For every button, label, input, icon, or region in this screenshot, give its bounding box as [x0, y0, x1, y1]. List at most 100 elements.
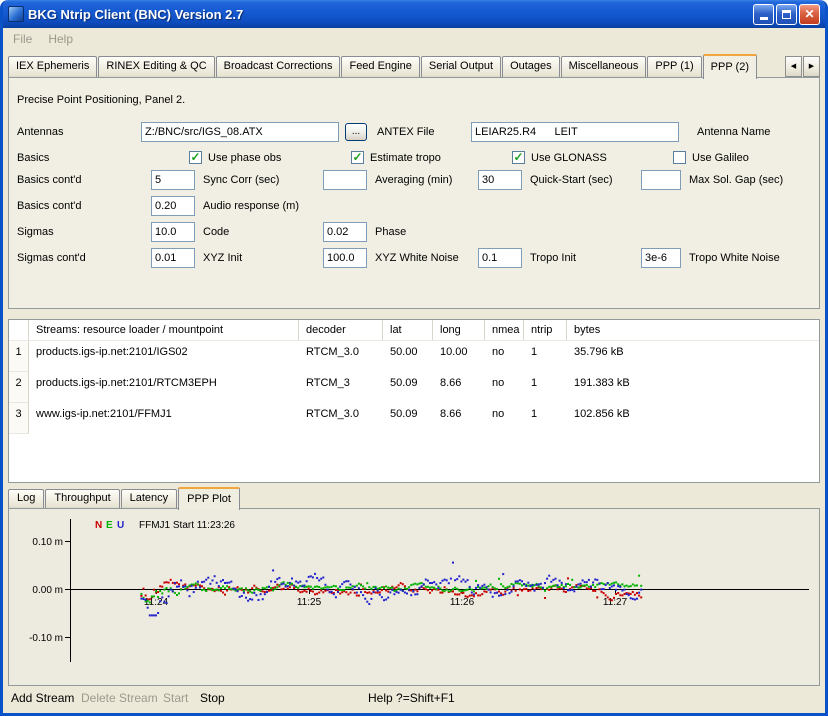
use-glonass-label: Use GLONASS	[531, 152, 607, 164]
cell-long: 10.00	[433, 341, 485, 372]
tab-scroll-right-button[interactable]: ▶	[803, 56, 820, 77]
window-title: BKG Ntrip Client (BNC) Version 2.7	[28, 7, 753, 22]
tab-ppp-1[interactable]: PPP (1)	[647, 56, 701, 77]
estimate-tropo-checkbox[interactable]: ✓	[351, 151, 364, 164]
bottom-tabbar: Log Throughput Latency PPP Plot	[8, 487, 820, 508]
sync-corr-input[interactable]	[151, 170, 195, 190]
antenna-name-input[interactable]	[471, 122, 679, 142]
y-tick-label: 0.00 m	[32, 585, 63, 596]
row-number: 2	[9, 372, 29, 403]
use-galileo-checkbox[interactable]	[673, 151, 686, 164]
cell-lat: 50.09	[383, 372, 433, 403]
sigma-code-label: Code	[203, 226, 229, 238]
tab-outages[interactable]: Outages	[502, 56, 560, 77]
y-tick-label: -0.10 m	[29, 633, 63, 644]
xyz-white-noise-input[interactable]	[323, 248, 367, 268]
close-button[interactable]: ✕	[799, 4, 820, 25]
cell-ntrip: 1	[524, 372, 567, 403]
xyz-init-input[interactable]	[151, 248, 195, 268]
header-nmea[interactable]: nmea	[485, 320, 524, 340]
cell-bytes: 35.796 kB	[567, 341, 819, 372]
table-row[interactable]: 3 www.igs-ip.net:2101/FFMJ1 RTCM_3.0 50.…	[9, 403, 819, 434]
cell-mountpoint: products.igs-ip.net:2101/RTCM3EPH	[29, 372, 299, 403]
cell-ntrip: 1	[524, 403, 567, 434]
header-corner	[9, 320, 29, 340]
panel-caption: Precise Point Positioning, Panel 2.	[17, 94, 185, 106]
maximize-icon	[782, 10, 791, 19]
header-long[interactable]: long	[433, 320, 485, 340]
browse-antex-button[interactable]: ...	[345, 123, 367, 141]
bnc-window: BKG Ntrip Client (BNC) Version 2.7 ✕ Fil…	[0, 0, 828, 716]
tab-rinex-editing-qc[interactable]: RINEX Editing & QC	[98, 56, 214, 77]
header-lat[interactable]: lat	[383, 320, 433, 340]
averaging-label: Averaging (min)	[375, 174, 452, 186]
cell-ntrip: 1	[524, 341, 567, 372]
cell-nmea: no	[485, 341, 524, 372]
cell-decoder: RTCM_3	[299, 372, 383, 403]
header-mountpoint[interactable]: Streams: resource loader / mountpoint	[29, 320, 299, 340]
minimize-button[interactable]	[753, 4, 774, 25]
tab-throughput[interactable]: Throughput	[45, 489, 119, 508]
tab-ppp-2[interactable]: PPP (2)	[703, 54, 757, 79]
stop-button[interactable]: Stop	[200, 691, 225, 705]
estimate-tropo-label: Estimate tropo	[370, 152, 441, 164]
x-tick-label: 11:27	[603, 597, 628, 608]
cell-long: 8.66	[433, 372, 485, 403]
antennas-label: Antennas	[17, 126, 63, 138]
use-glonass-checkbox[interactable]: ✓	[512, 151, 525, 164]
row-number: 1	[9, 341, 29, 372]
use-galileo-label: Use Galileo	[692, 152, 749, 164]
arrow-right-icon: ▶	[809, 63, 814, 70]
start-button[interactable]: Start	[163, 691, 188, 705]
basics-contd-label: Basics cont'd	[17, 174, 81, 186]
maximize-button[interactable]	[776, 4, 797, 25]
audio-response-input[interactable]	[151, 196, 195, 216]
table-row[interactable]: 1 products.igs-ip.net:2101/IGS02 RTCM_3.…	[9, 341, 819, 372]
cell-lat: 50.09	[383, 403, 433, 434]
tab-feed-engine[interactable]: Feed Engine	[341, 56, 419, 77]
tab-broadcast-corrections[interactable]: Broadcast Corrections	[216, 56, 341, 77]
quick-start-input[interactable]	[478, 170, 522, 190]
action-bar: Add Stream Delete Stream Start Stop Help…	[3, 686, 825, 710]
header-bytes[interactable]: bytes	[567, 320, 819, 340]
antex-file-input[interactable]	[141, 122, 339, 142]
tropo-init-input[interactable]	[478, 248, 522, 268]
minimize-icon	[760, 17, 768, 20]
max-sol-gap-input[interactable]	[641, 170, 681, 190]
sigma-phase-input[interactable]	[323, 222, 367, 242]
cell-decoder: RTCM_3.0	[299, 341, 383, 372]
tab-iex-ephemeris[interactable]: IEX Ephemeris	[8, 56, 97, 77]
header-ntrip[interactable]: ntrip	[524, 320, 567, 340]
tab-serial-output[interactable]: Serial Output	[421, 56, 501, 77]
basics-label: Basics	[17, 152, 49, 164]
ppp2-panel: Precise Point Positioning, Panel 2. Ante…	[8, 77, 820, 309]
table-row[interactable]: 2 products.igs-ip.net:2101/RTCM3EPH RTCM…	[9, 372, 819, 403]
averaging-input[interactable]	[323, 170, 367, 190]
streams-table: Streams: resource loader / mountpoint de…	[8, 319, 820, 483]
delete-stream-button[interactable]: Delete Stream	[81, 691, 158, 705]
menu-help[interactable]: Help	[40, 29, 81, 49]
sync-corr-label: Sync Corr (sec)	[203, 174, 279, 186]
x-tick-label: 11:25	[297, 597, 322, 608]
streams-table-header: Streams: resource loader / mountpoint de…	[9, 320, 819, 341]
sigma-code-input[interactable]	[151, 222, 195, 242]
y-tick-label: 0.10 m	[32, 537, 63, 548]
legend-u: U	[117, 520, 124, 531]
tab-ppp-plot[interactable]: PPP Plot	[178, 487, 240, 510]
tab-log[interactable]: Log	[8, 489, 44, 508]
sigmas-label: Sigmas	[17, 226, 54, 238]
tab-latency[interactable]: Latency	[121, 489, 178, 508]
tab-miscellaneous[interactable]: Miscellaneous	[561, 56, 647, 77]
use-phase-obs-checkbox[interactable]: ✓	[189, 151, 202, 164]
tab-scroll-left-button[interactable]: ◀	[785, 56, 802, 77]
cell-nmea: no	[485, 403, 524, 434]
basics-contd2-label: Basics cont'd	[17, 200, 81, 212]
add-stream-button[interactable]: Add Stream	[11, 691, 74, 705]
tropo-white-noise-input[interactable]	[641, 248, 681, 268]
header-decoder[interactable]: decoder	[299, 320, 383, 340]
audio-response-label: Audio response (m)	[203, 200, 299, 212]
title-bar[interactable]: BKG Ntrip Client (BNC) Version 2.7 ✕	[3, 0, 825, 28]
cell-bytes: 102.856 kB	[567, 403, 819, 434]
menu-file[interactable]: File	[5, 29, 40, 49]
sigmas-contd-label: Sigmas cont'd	[17, 252, 86, 264]
